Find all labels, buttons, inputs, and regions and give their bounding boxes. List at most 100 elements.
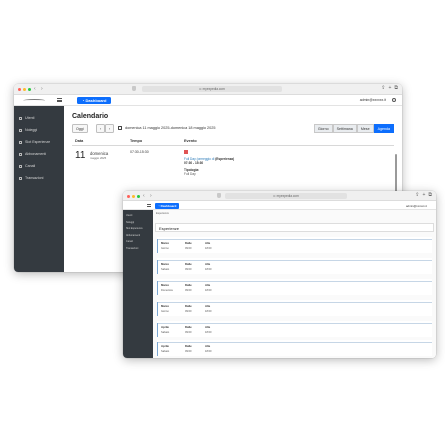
tabs-overview-icon[interactable]: ⧉ <box>394 85 398 91</box>
event-type-value: Full Day <box>184 172 196 176</box>
breadcrumb[interactable]: Esperienze <box>156 212 169 215</box>
month-label: Marzo <box>161 304 170 308</box>
sidebar-item-label: Noleggi <box>25 128 38 132</box>
list-item: Marzo Dalle Alle Giorno 09:00 18:00 <box>157 300 432 316</box>
new-tab-icon[interactable]: + <box>389 85 392 91</box>
view-settimana-button[interactable]: Settimana <box>332 124 357 133</box>
to-value[interactable]: 18:00 <box>205 350 212 353</box>
sidebar-item-abbonamenti[interactable]: Abbonamenti <box>14 148 64 160</box>
divider <box>157 239 432 240</box>
minimize-window-icon[interactable] <box>23 88 26 91</box>
sidebar-item-transazioni[interactable]: Transazioni <box>123 246 153 253</box>
back-forward-icon[interactable]: ‹ › <box>34 86 45 92</box>
to-label: Alle <box>205 344 211 348</box>
from-value[interactable]: 09:00 <box>185 268 192 271</box>
prev-button[interactable]: ‹ <box>96 124 106 133</box>
view-giorno-button[interactable]: Giorno <box>313 124 333 133</box>
sidebar-item-utenti[interactable]: Utenti <box>14 112 64 124</box>
view-mese-button[interactable]: Mese <box>356 124 374 133</box>
event-color-marker <box>184 150 188 154</box>
today-button[interactable]: Oggi <box>72 124 88 133</box>
to-label: Alle <box>205 283 211 287</box>
divider <box>157 239 158 253</box>
to-value[interactable]: 18:00 <box>205 268 212 271</box>
app-header: ◔ Dashboard admin@xxxxxx.it <box>14 95 402 106</box>
to-value[interactable]: 18:00 <box>205 247 212 250</box>
divider <box>157 323 158 337</box>
day-value[interactable]: Domenica <box>161 289 173 292</box>
rental-icon <box>19 128 22 132</box>
share-icon[interactable]: ⇪ <box>381 85 385 91</box>
day-value[interactable]: Giorno <box>161 310 169 313</box>
calendar-icon[interactable] <box>118 126 122 130</box>
hamburger-icon[interactable] <box>147 204 151 207</box>
divider <box>157 281 432 282</box>
close-window-icon[interactable] <box>18 88 21 91</box>
shield-icon <box>132 86 136 91</box>
month-label: Aprile <box>161 325 169 329</box>
from-value[interactable]: 09:00 <box>185 289 192 292</box>
page-title: Calendario <box>72 113 109 120</box>
share-icon[interactable]: ⇪ <box>415 192 419 198</box>
minimize-window-icon[interactable] <box>132 195 135 198</box>
from-value[interactable]: 09:00 <box>185 331 192 334</box>
list-item: Marzo Dalle Alle Giorno 09:00 18:00 <box>157 237 432 253</box>
tabs-overview-icon[interactable]: ⧉ <box>428 192 432 198</box>
brand-logo <box>22 99 46 102</box>
window-controls <box>127 195 140 198</box>
window-controls <box>18 88 31 91</box>
sidebar-item-transazioni[interactable]: Transazioni <box>14 172 64 184</box>
date-range: domenica 11 maggio 2025-domenica 18 magg… <box>125 126 216 130</box>
sidebar-item-canali[interactable]: Canali <box>14 160 64 172</box>
from-value[interactable]: 09:00 <box>185 310 192 313</box>
dashboard-label: Dashboard <box>160 203 177 208</box>
maximize-window-icon[interactable] <box>28 88 31 91</box>
to-label: Alle <box>205 262 211 266</box>
address-bar[interactable]: ⊙ myexpedia.com <box>225 193 347 199</box>
experiences-browser-window: ‹ › ⊙ myexpedia.com ⇪ + ⧉ ◔ Dashboard ad… <box>123 191 436 358</box>
dashboard-button[interactable]: ◔ Dashboard <box>155 202 180 209</box>
divider <box>157 342 432 343</box>
sidebar-item-label: Abbonamenti <box>25 152 47 156</box>
day-value[interactable]: Sabato <box>161 350 169 353</box>
divider <box>157 323 432 324</box>
address-bar[interactable]: ⊙ myexpedia.com <box>142 86 282 92</box>
event-category: (Esperienza) <box>215 157 235 161</box>
from-value[interactable]: 09:00 <box>185 350 192 353</box>
divider <box>157 342 158 356</box>
month-label: Marzo <box>161 262 170 266</box>
dashboard-button[interactable]: ◔ Dashboard <box>77 97 112 104</box>
experiences-panel: Esperienze Esperienze Marzo Dalle Alle G… <box>153 210 436 358</box>
dashboard-label: Dashboard <box>85 98 107 103</box>
column-evento: Evento <box>184 139 197 143</box>
to-value[interactable]: 18:00 <box>205 310 212 313</box>
close-window-icon[interactable] <box>127 195 130 198</box>
column-tempo: Tempo <box>130 139 143 143</box>
new-tab-icon[interactable]: + <box>423 192 426 198</box>
user-email[interactable]: admin@xxxxxx.it <box>406 204 427 208</box>
event-time: 07:30 - 15:30 <box>184 161 204 165</box>
list-item: Aprile Dalle Alle Sabato 09:00 18:00 <box>157 321 432 337</box>
user-email[interactable]: admin@xxxxxx.it <box>360 98 386 102</box>
to-value[interactable]: 18:00 <box>205 289 212 292</box>
day-value[interactable]: Sabato <box>161 331 169 334</box>
back-forward-icon[interactable]: ‹ › <box>143 193 154 199</box>
day-value[interactable]: Giorno <box>161 247 169 250</box>
divider <box>157 260 158 274</box>
hamburger-icon[interactable] <box>57 98 62 102</box>
sidebar-item-noleggi[interactable]: Noleggi <box>14 124 64 136</box>
next-button[interactable]: › <box>105 124 115 133</box>
day-value[interactable]: Sabato <box>161 268 169 271</box>
from-value[interactable]: 09:00 <box>185 247 192 250</box>
month-label: Marzo <box>161 241 170 245</box>
sidebar-item-slot-esperienze[interactable]: Slot Esperienze <box>14 136 64 148</box>
list-item: Marzo Dalle Alle Domenica 09:00 18:00 <box>157 279 432 295</box>
sidebar-item-label: Slot Esperienze <box>25 140 51 144</box>
transaction-icon <box>19 176 22 180</box>
view-switcher: Giorno Settimana Mese Agenda <box>313 124 394 133</box>
column-data: Data <box>75 139 84 143</box>
user-icon[interactable] <box>392 98 396 102</box>
to-value[interactable]: 18:00 <box>205 331 212 334</box>
view-agenda-button[interactable]: Agenda <box>373 124 394 133</box>
maximize-window-icon[interactable] <box>137 195 140 198</box>
